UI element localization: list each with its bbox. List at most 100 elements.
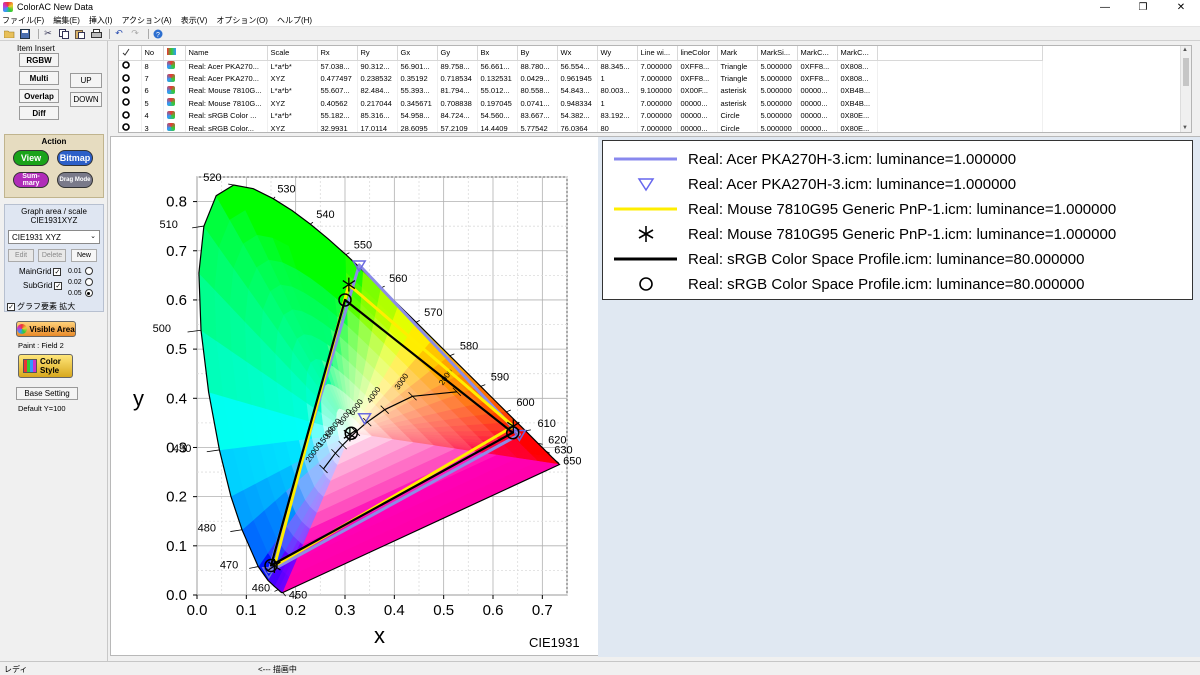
column-header[interactable]: Ry (357, 46, 398, 61)
paste-icon[interactable] (74, 28, 86, 39)
print-icon[interactable] (90, 28, 102, 39)
legend-asterisk-icon (609, 222, 679, 247)
undo-icon[interactable]: ↶ (113, 28, 125, 39)
legend-item: Real: sRGB Color Space Profile.icm: lumi… (603, 247, 1193, 272)
table-row[interactable]: 8 Real: Acer PKA270... L*a*b* 57.038... 90.3… (119, 60, 1043, 73)
column-header[interactable]: Wy (597, 46, 638, 61)
column-header[interactable]: lineColor (677, 46, 718, 61)
copy-icon[interactable] (58, 28, 70, 39)
summary-button[interactable]: Sum-mary (13, 172, 49, 188)
table-cell: 1 (597, 72, 638, 85)
help-icon[interactable]: ? (152, 28, 164, 39)
scroll-up-icon[interactable]: ▲ (1182, 47, 1188, 53)
delete-button[interactable]: Delete (38, 249, 66, 262)
column-header[interactable]: Scale (267, 46, 318, 61)
enlarge-checkbox[interactable]: ✓ グラフ要素 拡大 (7, 301, 75, 312)
multi-button[interactable]: Multi (19, 71, 59, 85)
header-checkbox-icon[interactable] (119, 46, 142, 61)
menu-option[interactable]: オプション(O) (216, 15, 268, 26)
menu-file[interactable]: ファイル(F) (2, 15, 44, 26)
row-number: 5 (141, 97, 164, 110)
table-cell-empty (877, 60, 1043, 73)
up-button[interactable]: UP (70, 73, 102, 88)
column-header[interactable]: By (517, 46, 558, 61)
check-icon: ✓ (53, 267, 62, 276)
open-folder-icon[interactable] (3, 28, 15, 39)
legend-label: Real: sRGB Color Space Profile.icm: lumi… (688, 251, 1085, 268)
edit-button[interactable]: Edit (8, 249, 34, 262)
menu-insert[interactable]: 挿入(I) (89, 15, 113, 26)
new-button[interactable]: New (71, 249, 97, 262)
table-cell: 00000... (677, 109, 718, 122)
table-row[interactable]: 4 Real: sRGB Color ... L*a*b* 55.182... 85.3… (119, 109, 1043, 122)
grid-radio-002[interactable]: 0.02 (68, 278, 93, 286)
table-row[interactable]: 3 Real: sRGB Color... XYZ 32.9931 17.0114 28.… (119, 121, 1043, 132)
view-button[interactable]: View (13, 150, 49, 166)
table-row[interactable]: 5 Real: Mouse 7810G... XYZ 0.40562 0.217044 0… (119, 97, 1043, 110)
wavelength-label: 610 (537, 418, 555, 430)
table-cell: 56.901... (397, 60, 438, 73)
table-cell: 82.484... (357, 84, 398, 98)
color-space-select[interactable]: CIE1931 XYZ ⌄ (8, 230, 100, 244)
radio-icon (84, 267, 93, 275)
cut-icon[interactable]: ✂ (42, 28, 54, 39)
column-header[interactable]: MarkC... (797, 46, 838, 61)
overlap-button[interactable]: Overlap (19, 89, 59, 103)
grid-radio-001[interactable]: 0.01 (68, 267, 93, 275)
table-cell: 5.000000 (757, 72, 798, 85)
subgrid-checkbox[interactable]: SubGrid ✓ (23, 281, 63, 290)
column-header[interactable]: Mark (717, 46, 758, 61)
maximize-icon[interactable]: ❐ (1124, 0, 1162, 14)
row-color-icon (163, 60, 186, 73)
menu-view[interactable]: 表示(V) (181, 15, 208, 26)
menu-action[interactable]: アクション(A) (121, 15, 171, 26)
rgbw-button[interactable]: RGBW (19, 53, 59, 67)
column-header[interactable]: No (141, 46, 164, 61)
menu-help[interactable]: ヘルプ(H) (277, 15, 312, 26)
column-header[interactable]: MarkSi... (757, 46, 798, 61)
table-cell: 7.000000 (637, 121, 678, 132)
column-header[interactable]: MarkC... (837, 46, 878, 61)
table-row[interactable]: 7 Real: Acer PKA270... XYZ 0.477497 0.238532… (119, 72, 1043, 85)
maingrid-checkbox[interactable]: MainGrid ✓ (19, 267, 62, 276)
column-header[interactable]: Bx (477, 46, 518, 61)
row-visible-circle-icon[interactable] (119, 72, 142, 85)
row-visible-circle-icon[interactable] (119, 60, 142, 73)
bitmap-button[interactable]: Bitmap (57, 150, 93, 166)
row-visible-circle-icon[interactable] (119, 97, 142, 110)
close-icon[interactable]: ✕ (1162, 0, 1200, 14)
minimize-icon[interactable]: — (1086, 0, 1124, 14)
save-icon[interactable] (19, 28, 31, 39)
row-visible-circle-icon[interactable] (119, 121, 142, 132)
scrollbar-thumb[interactable] (1183, 58, 1189, 86)
row-visible-circle-icon[interactable] (119, 84, 142, 98)
column-header-visibility-icon[interactable] (163, 46, 186, 61)
column-header[interactable]: Line wi... (637, 46, 678, 61)
column-header[interactable]: Gy (437, 46, 478, 61)
column-header[interactable]: Rx (317, 46, 358, 61)
column-header[interactable]: Name (185, 46, 268, 61)
visible-area-button[interactable]: Visible Area (16, 321, 76, 337)
diff-button[interactable]: Diff (19, 106, 59, 120)
table-scrollbar[interactable]: ▲ ▼ (1180, 46, 1191, 132)
column-header[interactable]: Gx (397, 46, 438, 61)
y-tick-label: 0.4 (166, 390, 187, 407)
scroll-down-icon[interactable]: ▼ (1182, 125, 1188, 131)
grid-radio-005[interactable]: 0.05 (68, 289, 93, 297)
redo-icon[interactable]: ↷ (129, 28, 141, 39)
row-visible-circle-icon[interactable] (119, 109, 142, 122)
graph-area-title: Graph area / scale (21, 207, 87, 216)
cie-chart[interactable]: 0.0 0.1 0.2 0.3 0.4 0.5 0.6 0.70.00.10.20.30.40… (111, 137, 597, 655)
color-style-button[interactable]: Color Style (18, 354, 73, 378)
drag-mode-button[interactable]: Drag Mode (57, 172, 93, 188)
base-setting-button[interactable]: Base Setting (16, 387, 78, 400)
column-header[interactable]: Wx (557, 46, 598, 61)
table-cell: 0X808... (837, 60, 878, 73)
summary-label: Sum-mary (22, 173, 40, 187)
table-row[interactable]: 6 Real: Mouse 7810G... L*a*b* 55.607... 82.4… (119, 84, 1043, 98)
table-cell: Real: Acer PKA270... (185, 72, 268, 85)
down-button[interactable]: DOWN (70, 92, 102, 107)
menu-edit[interactable]: 編集(E) (53, 15, 80, 26)
table-cell-empty (877, 109, 1043, 122)
column-header-empty (877, 46, 1043, 61)
